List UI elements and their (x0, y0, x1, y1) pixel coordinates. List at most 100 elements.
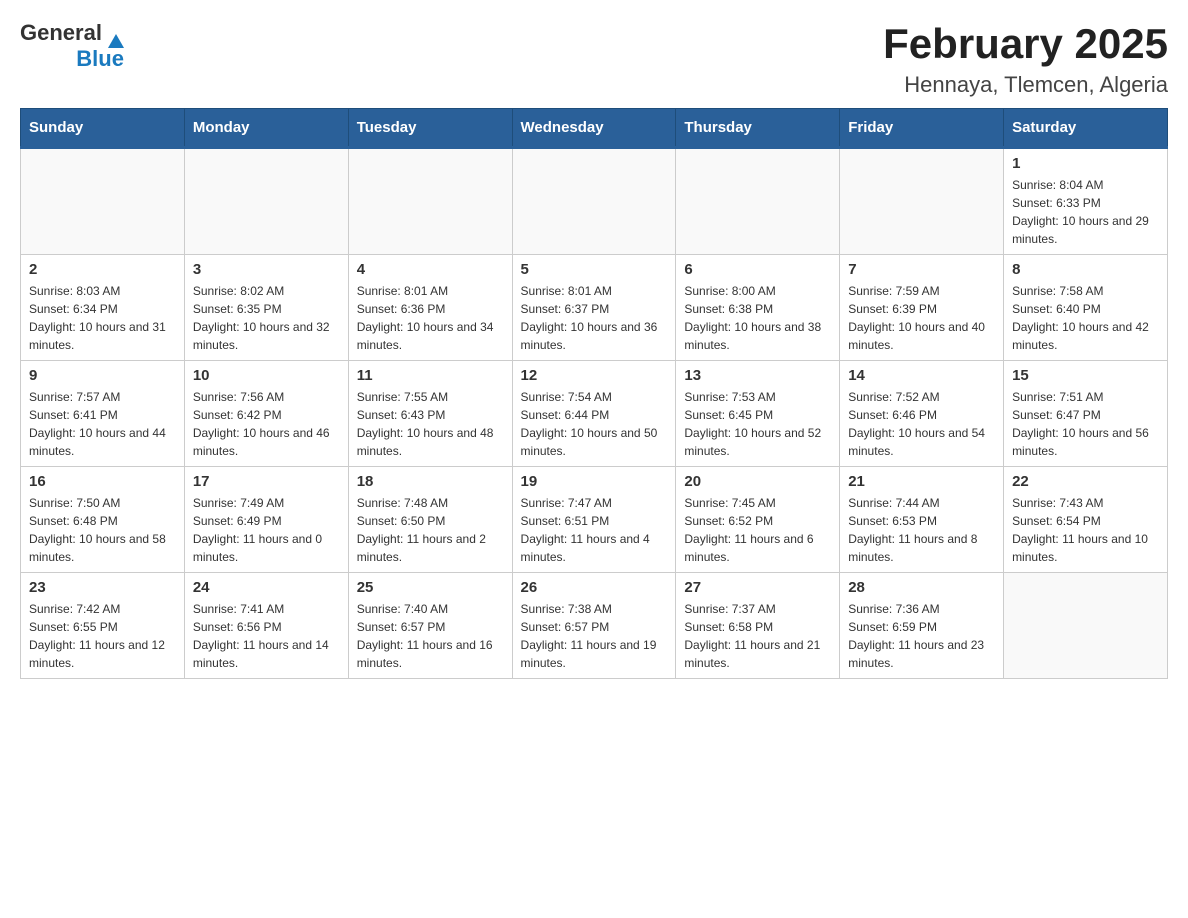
day-info: Sunrise: 8:03 AMSunset: 6:34 PMDaylight:… (29, 282, 176, 354)
week-row-4: 23Sunrise: 7:42 AMSunset: 6:55 PMDayligh… (21, 573, 1168, 679)
day-number: 8 (1012, 261, 1159, 278)
day-cell: 27Sunrise: 7:37 AMSunset: 6:58 PMDayligh… (676, 573, 840, 679)
day-info: Sunrise: 8:00 AMSunset: 6:38 PMDaylight:… (684, 282, 831, 354)
day-info: Sunrise: 7:38 AMSunset: 6:57 PMDaylight:… (521, 600, 668, 672)
day-cell: 9 Sunrise: 7:57 AMSunset: 6:41 PMDaylight… (21, 361, 185, 467)
day-number: 14 (848, 367, 995, 384)
day-info: Sunrise: 7:49 AMSunset: 6:49 PMDaylight:… (193, 494, 340, 566)
day-info: Sunrise: 7:43 AMSunset: 6:54 PMDaylight:… (1012, 494, 1159, 566)
day-info: Sunrise: 7:52 AMSunset: 6:46 PMDaylight:… (848, 388, 995, 460)
day-info: Sunrise: 7:57 AMSunset: 6:41 PMDaylight:… (29, 388, 176, 460)
day-number: 11 (357, 367, 504, 384)
calendar-body: 1 Sunrise: 8:04 AMSunset: 6:33 PMDaylight… (21, 148, 1168, 679)
day-cell: 2 Sunrise: 8:03 AMSunset: 6:34 PMDaylight… (21, 255, 185, 361)
calendar-title: February 2025 (883, 20, 1168, 68)
day-info: Sunrise: 7:50 AMSunset: 6:48 PMDaylight:… (29, 494, 176, 566)
day-cell: 25Sunrise: 7:40 AMSunset: 6:57 PMDayligh… (348, 573, 512, 679)
day-cell (21, 148, 185, 255)
day-header-friday: Friday (840, 109, 1004, 148)
day-number: 26 (521, 579, 668, 596)
day-cell: 18Sunrise: 7:48 AMSunset: 6:50 PMDayligh… (348, 467, 512, 573)
day-cell (1004, 573, 1168, 679)
day-cell: 21 Sunrise: 7:44 AMSunset: 6:53 PMDayligh… (840, 467, 1004, 573)
day-cell: 7Sunrise: 7:59 AMSunset: 6:39 PMDaylight… (840, 255, 1004, 361)
day-cell: 16 Sunrise: 7:50 AMSunset: 6:48 PMDayligh… (21, 467, 185, 573)
day-number: 6 (684, 261, 831, 278)
logo: General Blue (20, 20, 126, 72)
day-number: 19 (521, 473, 668, 490)
day-info: Sunrise: 7:48 AMSunset: 6:50 PMDaylight:… (357, 494, 504, 566)
day-cell: 10 Sunrise: 7:56 AMSunset: 6:42 PMDayligh… (184, 361, 348, 467)
day-cell: 22 Sunrise: 7:43 AMSunset: 6:54 PMDayligh… (1004, 467, 1168, 573)
day-header-wednesday: Wednesday (512, 109, 676, 148)
week-row-2: 9 Sunrise: 7:57 AMSunset: 6:41 PMDaylight… (21, 361, 1168, 467)
day-cell (512, 148, 676, 255)
day-cell: 17 Sunrise: 7:49 AMSunset: 6:49 PMDayligh… (184, 467, 348, 573)
day-info: Sunrise: 7:56 AMSunset: 6:42 PMDaylight:… (193, 388, 340, 460)
day-cell: 1 Sunrise: 8:04 AMSunset: 6:33 PMDaylight… (1004, 148, 1168, 255)
day-number: 15 (1012, 367, 1159, 384)
day-info: Sunrise: 7:51 AMSunset: 6:47 PMDaylight:… (1012, 388, 1159, 460)
day-number: 17 (193, 473, 340, 490)
week-row-0: 1 Sunrise: 8:04 AMSunset: 6:33 PMDaylight… (21, 148, 1168, 255)
title-block: February 2025 Hennaya, Tlemcen, Algeria (883, 20, 1168, 98)
day-cell: 23Sunrise: 7:42 AMSunset: 6:55 PMDayligh… (21, 573, 185, 679)
day-header-monday: Monday (184, 109, 348, 148)
calendar-header: SundayMondayTuesdayWednesdayThursdayFrid… (21, 109, 1168, 148)
logo-blue-text: Blue (76, 46, 124, 71)
day-cell: 24 Sunrise: 7:41 AMSunset: 6:56 PMDayligh… (184, 573, 348, 679)
day-info: Sunrise: 8:04 AMSunset: 6:33 PMDaylight:… (1012, 176, 1159, 248)
day-cell: 19 Sunrise: 7:47 AMSunset: 6:51 PMDayligh… (512, 467, 676, 573)
day-number: 20 (684, 473, 831, 490)
day-info: Sunrise: 7:47 AMSunset: 6:51 PMDaylight:… (521, 494, 668, 566)
day-cell: 26 Sunrise: 7:38 AMSunset: 6:57 PMDayligh… (512, 573, 676, 679)
day-info: Sunrise: 7:41 AMSunset: 6:56 PMDaylight:… (193, 600, 340, 672)
page-header: General Blue February 2025 Hennaya, Tlem… (20, 20, 1168, 98)
week-row-1: 2 Sunrise: 8:03 AMSunset: 6:34 PMDaylight… (21, 255, 1168, 361)
day-number: 10 (193, 367, 340, 384)
day-header-tuesday: Tuesday (348, 109, 512, 148)
day-info: Sunrise: 8:01 AMSunset: 6:37 PMDaylight:… (521, 282, 668, 354)
day-number: 4 (357, 261, 504, 278)
day-cell: 14 Sunrise: 7:52 AMSunset: 6:46 PMDayligh… (840, 361, 1004, 467)
day-cell: 20 Sunrise: 7:45 AMSunset: 6:52 PMDayligh… (676, 467, 840, 573)
day-header-thursday: Thursday (676, 109, 840, 148)
day-info: Sunrise: 7:53 AMSunset: 6:45 PMDaylight:… (684, 388, 831, 460)
day-number: 22 (1012, 473, 1159, 490)
calendar-subtitle: Hennaya, Tlemcen, Algeria (883, 72, 1168, 98)
day-info: Sunrise: 8:02 AMSunset: 6:35 PMDaylight:… (193, 282, 340, 354)
day-number: 3 (193, 261, 340, 278)
day-number: 5 (521, 261, 668, 278)
day-cell (184, 148, 348, 255)
day-info: Sunrise: 7:36 AMSunset: 6:59 PMDaylight:… (848, 600, 995, 672)
day-info: Sunrise: 7:45 AMSunset: 6:52 PMDaylight:… (684, 494, 831, 566)
day-number: 1 (1012, 155, 1159, 172)
day-header-sunday: Sunday (21, 109, 185, 148)
day-number: 2 (29, 261, 176, 278)
day-info: Sunrise: 7:37 AMSunset: 6:58 PMDaylight:… (684, 600, 831, 672)
day-info: Sunrise: 7:40 AMSunset: 6:57 PMDaylight:… (357, 600, 504, 672)
day-cell: 8Sunrise: 7:58 AMSunset: 6:40 PMDaylight… (1004, 255, 1168, 361)
week-row-3: 16 Sunrise: 7:50 AMSunset: 6:48 PMDayligh… (21, 467, 1168, 573)
day-number: 13 (684, 367, 831, 384)
day-cell: 13 Sunrise: 7:53 AMSunset: 6:45 PMDayligh… (676, 361, 840, 467)
day-cell: 11 Sunrise: 7:55 AMSunset: 6:43 PMDayligh… (348, 361, 512, 467)
day-number: 24 (193, 579, 340, 596)
day-cell: 15 Sunrise: 7:51 AMSunset: 6:47 PMDayligh… (1004, 361, 1168, 467)
day-cell (676, 148, 840, 255)
day-cell: 28Sunrise: 7:36 AMSunset: 6:59 PMDayligh… (840, 573, 1004, 679)
logo-icon: General Blue (20, 20, 124, 72)
day-info: Sunrise: 7:42 AMSunset: 6:55 PMDaylight:… (29, 600, 176, 672)
day-info: Sunrise: 7:55 AMSunset: 6:43 PMDaylight:… (357, 388, 504, 460)
day-info: Sunrise: 7:44 AMSunset: 6:53 PMDaylight:… (848, 494, 995, 566)
day-info: Sunrise: 8:01 AMSunset: 6:36 PMDaylight:… (357, 282, 504, 354)
day-cell: 3 Sunrise: 8:02 AMSunset: 6:35 PMDaylight… (184, 255, 348, 361)
day-cell: 5 Sunrise: 8:01 AMSunset: 6:37 PMDaylight… (512, 255, 676, 361)
day-cell: 12Sunrise: 7:54 AMSunset: 6:44 PMDayligh… (512, 361, 676, 467)
day-number: 16 (29, 473, 176, 490)
day-cell (840, 148, 1004, 255)
day-info: Sunrise: 7:54 AMSunset: 6:44 PMDaylight:… (521, 388, 668, 460)
day-number: 21 (848, 473, 995, 490)
calendar-table: SundayMondayTuesdayWednesdayThursdayFrid… (20, 108, 1168, 679)
day-number: 9 (29, 367, 176, 384)
